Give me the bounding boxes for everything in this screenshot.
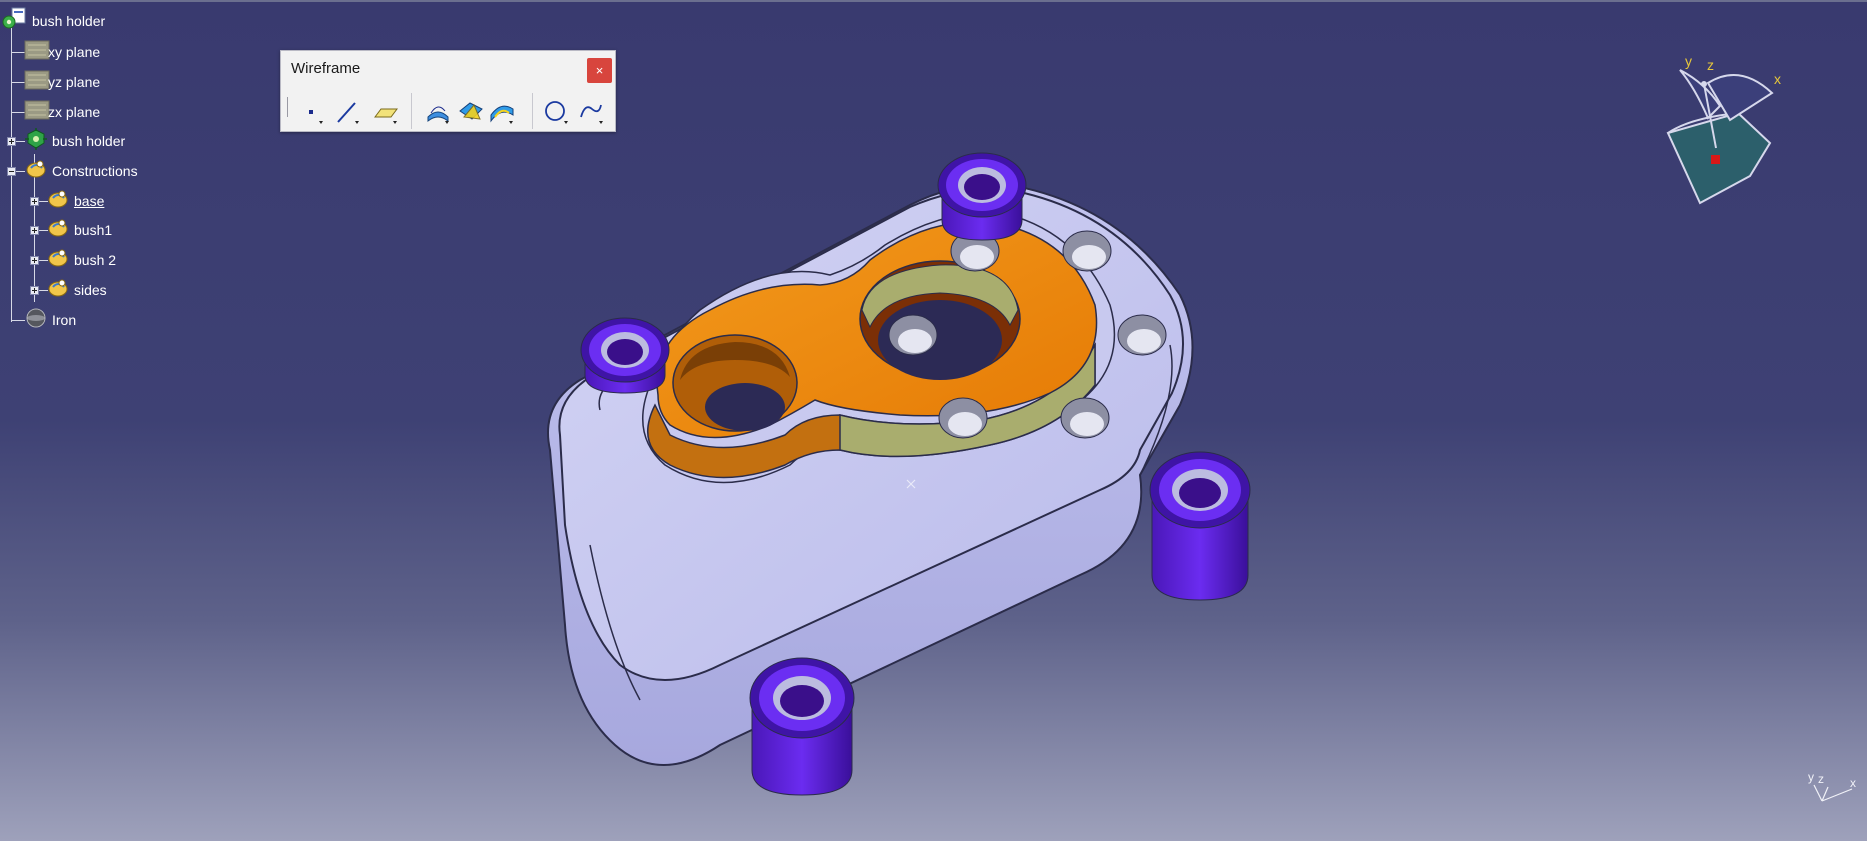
line-button[interactable] xyxy=(333,97,363,127)
tree-item-label: sides xyxy=(74,282,107,298)
tree-item-material[interactable]: Iron xyxy=(24,307,77,334)
compass-z-label: z xyxy=(1707,57,1714,73)
tree-root-label: bush holder xyxy=(32,13,106,29)
tree-item-part-body[interactable]: bush holder xyxy=(24,127,126,155)
tree-connector xyxy=(11,82,25,83)
geometrical-set-icon xyxy=(46,217,70,244)
tree-root-bush-holder[interactable]: bush holder xyxy=(2,7,106,32)
tree-item-label: yz plane xyxy=(48,74,101,90)
material-icon xyxy=(24,307,48,334)
tree-connector xyxy=(11,52,25,53)
circle-button[interactable] xyxy=(542,97,572,127)
tree-item-label: xy plane xyxy=(48,44,101,60)
specification-tree: bush holder xy plane yz plane zx plane b… xyxy=(0,6,200,336)
expand-toggle[interactable] xyxy=(7,137,16,146)
part-body-icon xyxy=(24,127,48,155)
product-root-icon xyxy=(2,7,28,36)
compass-origin[interactable] xyxy=(1711,155,1720,164)
wireframe-toolbar[interactable]: Wireframe × xyxy=(280,50,616,132)
tree-item-label: base xyxy=(74,193,105,209)
toolbar-grip[interactable] xyxy=(287,97,288,117)
tree-connector xyxy=(11,112,25,113)
plane-tool-icon xyxy=(374,108,398,124)
tree-item-bush1[interactable]: bush1 xyxy=(46,219,112,241)
geometrical-set-icon xyxy=(46,188,70,215)
tree-item-label: bush holder xyxy=(52,133,126,149)
compass-y-label: y xyxy=(1685,53,1692,69)
axis-triad: y z x xyxy=(1808,770,1856,802)
expand-toggle[interactable] xyxy=(30,256,39,265)
projection-icon xyxy=(427,106,449,124)
spline-button[interactable] xyxy=(577,97,607,127)
expand-toggle[interactable] xyxy=(30,197,39,206)
3d-compass[interactable]: y z x xyxy=(1660,48,1790,208)
bush-top xyxy=(937,152,1027,241)
intersection-icon xyxy=(459,102,483,120)
plane-tool-button[interactable] xyxy=(371,97,401,127)
tree-item-constructions[interactable]: Constructions xyxy=(24,160,138,182)
compass-x-plane xyxy=(1706,74,1774,122)
expand-toggle[interactable] xyxy=(30,286,39,295)
point-button[interactable] xyxy=(297,97,327,127)
tree-item-base[interactable]: base xyxy=(46,190,104,212)
tree-item-label: bush1 xyxy=(74,222,113,238)
triad-z-label: z xyxy=(1818,772,1824,786)
line-icon xyxy=(337,102,359,124)
intersection-button[interactable] xyxy=(456,97,486,127)
tree-item-zx-plane[interactable]: zx plane xyxy=(24,99,101,126)
tree-item-label: zx plane xyxy=(48,104,101,120)
triad-y-label: y xyxy=(1808,770,1814,784)
bush-left xyxy=(580,317,670,394)
point-icon xyxy=(309,110,323,124)
toolbar-separator xyxy=(532,93,533,129)
plane-icon xyxy=(24,99,50,126)
geometrical-set-icon xyxy=(46,247,70,274)
spline-icon xyxy=(580,104,603,124)
close-button[interactable]: × xyxy=(587,58,612,83)
geometrical-set-icon xyxy=(24,158,48,185)
tree-item-label: Iron xyxy=(52,312,77,328)
tree-item-label: Constructions xyxy=(52,163,138,179)
tree-item-sides[interactable]: sides xyxy=(46,279,107,301)
tree-item-xy-plane[interactable]: xy plane xyxy=(24,39,101,66)
collapse-toggle[interactable] xyxy=(7,167,16,176)
3d-part-model[interactable] xyxy=(540,145,1300,805)
tree-item-bush-2[interactable]: bush 2 xyxy=(46,249,116,271)
tree-connector xyxy=(11,320,25,321)
window-top-border xyxy=(0,0,1867,2)
plane-icon xyxy=(24,39,50,66)
bush-right xyxy=(1149,451,1251,601)
offset-button[interactable] xyxy=(487,97,517,127)
projection-button[interactable] xyxy=(423,97,453,127)
triad-x-label: x xyxy=(1850,776,1856,790)
tree-item-yz-plane[interactable]: yz plane xyxy=(24,69,101,96)
circle-icon xyxy=(545,101,568,124)
toolbar-title: Wireframe xyxy=(291,60,361,77)
offset-icon xyxy=(490,105,514,124)
compass-handle[interactable] xyxy=(1701,81,1707,87)
bush-bottom xyxy=(749,657,855,796)
tree-item-label: bush 2 xyxy=(74,252,117,268)
expand-toggle[interactable] xyxy=(30,226,39,235)
toolbar-separator xyxy=(411,93,412,129)
compass-x-label: x xyxy=(1774,71,1781,87)
close-icon: × xyxy=(595,63,604,78)
geometrical-set-icon xyxy=(46,277,70,304)
secondary-bore-through xyxy=(705,383,785,431)
plane-icon xyxy=(24,69,50,96)
